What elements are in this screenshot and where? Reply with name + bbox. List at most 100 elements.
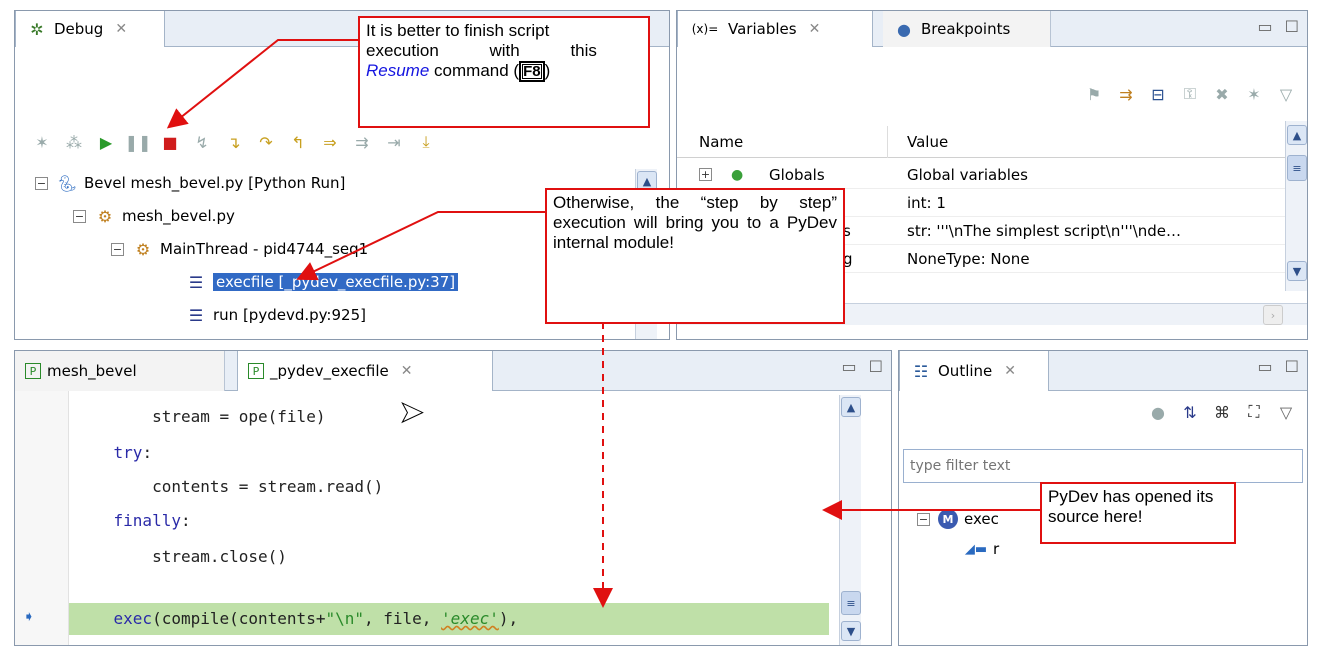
outline-tabbar: ☷ Outline ✕ ▭ ☐	[899, 351, 1307, 391]
collapse-icon[interactable]: −	[917, 512, 930, 526]
variable-name: Globals	[769, 165, 825, 184]
variables-icon: (x)=	[691, 22, 719, 36]
outline-item-module[interactable]: − M exec	[917, 507, 999, 531]
step-into-icon[interactable]: ↴	[223, 131, 245, 153]
code-line-current[interactable]: exec(compile(contents+"\n", file, 'exec'…	[75, 609, 519, 628]
collapse-icon[interactable]: −	[73, 209, 86, 223]
collapse-icon[interactable]: −	[111, 242, 124, 256]
scroll-right-icon[interactable]: ›	[1263, 305, 1283, 325]
suspend-icon[interactable]: ❚❚	[125, 131, 152, 153]
current-instruction-pointer-icon: ➧	[23, 609, 35, 625]
terminate-icon[interactable]: ■	[159, 131, 181, 153]
callout-resume-line2: execution with this	[366, 41, 597, 60]
stack-frame-icon: ☰	[188, 272, 204, 292]
tree-item-process[interactable]: − ⚙ mesh_bevel.py	[73, 204, 235, 228]
disconnect-icon[interactable]: ↯	[191, 131, 213, 153]
close-icon[interactable]: ✕	[115, 21, 127, 37]
callout-resume-line3: Resume command (F8)	[366, 61, 551, 82]
collapse-all-icon[interactable]: ⊟	[1147, 83, 1169, 105]
collapse-all-icon[interactable]: ⌘	[1211, 401, 1233, 423]
tab-breakpoints[interactable]: ● Breakpoints	[883, 11, 1051, 47]
tree-item-frame-execfile[interactable]: ☰ execfile [_pydev_execfile.py:37]	[185, 270, 459, 294]
code-line[interactable]: stream = ope(file)	[75, 407, 325, 426]
scroll-thumb[interactable]: ≡	[1287, 155, 1307, 181]
tab-pydev-execfile[interactable]: P _pydev_execfile ✕	[237, 351, 493, 391]
close-icon[interactable]: ✕	[1004, 363, 1016, 379]
maximize-icon[interactable]: ☐	[1285, 17, 1299, 36]
variables-table-header: Name Value	[677, 126, 1285, 158]
variable-value: Global variables	[907, 165, 1028, 184]
variables-tabbar: (x)= Variables ✕ ● Breakpoints ▭ ☐	[677, 11, 1307, 47]
tab-variables-label: Variables	[728, 20, 797, 38]
remove-all-icon[interactable]: ⁂	[63, 131, 85, 153]
close-icon[interactable]: ✕	[809, 21, 821, 37]
sort-icon[interactable]: ⇅	[1179, 401, 1201, 423]
step-over-icon[interactable]: ↷	[255, 131, 277, 153]
tree-item-thread[interactable]: − ⚙ MainThread - pid4744_seq1	[111, 237, 368, 261]
scroll-thumb[interactable]: ≡	[841, 591, 861, 615]
resume-icon[interactable]: ▶	[95, 131, 117, 153]
hide-fields-icon[interactable]: ●	[1147, 401, 1169, 423]
show-logical-structure-icon[interactable]: ⇉	[1115, 83, 1137, 105]
code-line[interactable]: try:	[75, 443, 153, 462]
set-next-icon[interactable]: ⤓	[415, 131, 437, 153]
view-menu-icon[interactable]: ▽	[1275, 83, 1297, 105]
editor-area: P mesh_bevel P _pydev_execfile ✕ ▭ ☐ ➧ s…	[14, 350, 892, 646]
use-step-filters-icon[interactable]: ⇉	[351, 131, 373, 153]
remove-all-icon[interactable]: ✶	[1243, 83, 1265, 105]
collapse-icon[interactable]: −	[35, 176, 48, 190]
column-header-value[interactable]: Value	[907, 133, 948, 151]
outline-item-function[interactable]: ◢▬ r	[965, 537, 999, 561]
tab-mesh-bevel[interactable]: P mesh_bevel	[15, 351, 225, 391]
expand-all-icon[interactable]: ⛶	[1243, 401, 1265, 423]
tree-item-frame-run[interactable]: ☰ run [pydevd.py:925]	[185, 303, 366, 327]
minimize-icon[interactable]: ▭	[1258, 17, 1273, 36]
tab-debug[interactable]: ✲ Debug ✕	[15, 11, 165, 47]
remove-icon[interactable]: ✖	[1211, 83, 1233, 105]
stack-frame-icon: ☰	[188, 305, 204, 325]
run-to-line-icon[interactable]: ⇥	[383, 131, 405, 153]
scroll-down-icon[interactable]: ▼	[1287, 261, 1307, 281]
add-watch-icon[interactable]: ⚿	[1179, 83, 1201, 105]
editor-scrollbar[interactable]: ▲ ≡ ▼	[839, 395, 861, 645]
code-line[interactable]: stream.close()	[75, 547, 287, 566]
editor-ruler	[15, 391, 69, 645]
view-menu-icon[interactable]: ▽	[1275, 401, 1297, 423]
gears-icon: ⚙	[97, 206, 113, 226]
tab-variables[interactable]: (x)= Variables ✕	[677, 11, 873, 47]
tab-breakpoints-label: Breakpoints	[921, 20, 1011, 38]
outline-toolbar: ● ⇅ ⌘ ⛶ ▽	[1147, 401, 1297, 423]
filter-input[interactable]	[903, 449, 1303, 483]
minimize-icon[interactable]: ▭	[842, 357, 857, 376]
maximize-icon[interactable]: ☐	[1285, 357, 1299, 376]
tab-outline[interactable]: ☷ Outline ✕	[899, 351, 1049, 391]
function-icon: ◢▬	[964, 541, 988, 557]
scroll-down-icon[interactable]: ▼	[841, 621, 861, 641]
python-file-icon: P	[248, 363, 264, 379]
expand-icon[interactable]: +	[699, 168, 712, 181]
close-icon[interactable]: ✕	[401, 363, 413, 379]
tab-debug-label: Debug	[54, 20, 104, 38]
scroll-up-icon[interactable]: ▲	[841, 397, 861, 417]
show-type-names-icon[interactable]: ⚑	[1083, 83, 1105, 105]
drop-to-frame-icon[interactable]: ⇒	[319, 131, 341, 153]
callout-source-opened: PyDev has opened its source here!	[1040, 482, 1236, 544]
column-header-name[interactable]: Name	[699, 133, 743, 151]
minimize-icon[interactable]: ▭	[1258, 357, 1273, 376]
remove-terminated-icon[interactable]: ✶	[31, 131, 53, 153]
maximize-icon[interactable]: ☐	[869, 357, 883, 376]
tree-label: mesh_bevel.py	[122, 207, 235, 225]
scroll-up-icon[interactable]: ▲	[1287, 125, 1307, 145]
resume-link: Resume	[366, 61, 430, 80]
window-controls: ▭ ☐	[842, 357, 883, 376]
code-line[interactable]: finally:	[75, 511, 191, 530]
code-line[interactable]: contents = stream.read()	[75, 477, 383, 496]
tab-outline-label: Outline	[938, 362, 993, 380]
tree-item-launch[interactable]: − 🐍︎ Bevel mesh_bevel.py [Python Run]	[35, 171, 345, 195]
step-return-icon[interactable]: ↰	[287, 131, 309, 153]
variables-scrollbar[interactable]: ▲ ≡ ▼	[1285, 121, 1307, 291]
globals-dot-icon: ●	[731, 166, 744, 183]
callout-step-by-step: Otherwise, the “step by step” execution …	[545, 188, 845, 324]
table-row[interactable]: + ● Globals Global variables	[677, 161, 1285, 189]
debug-toolbar: ✶ ⁂ ▶ ❚❚ ■ ↯ ↴ ↷ ↰ ⇒ ⇉ ⇥ ⤓	[31, 131, 437, 153]
